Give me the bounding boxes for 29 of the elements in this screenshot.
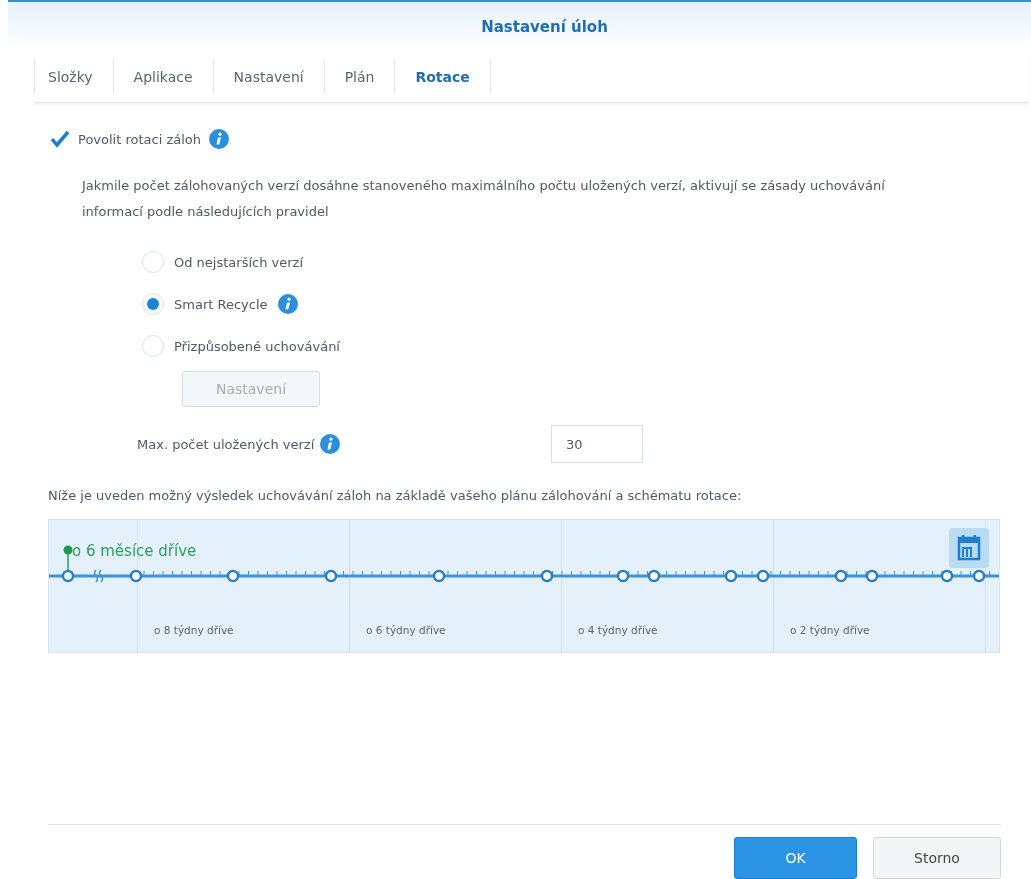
cancel-button[interactable]: Storno (873, 837, 1001, 879)
info-icon[interactable] (277, 294, 298, 314)
tab[interactable]: Plán (324, 60, 396, 94)
field-label: Max. počet uložených verzí (137, 436, 315, 452)
week-label: o 2 týdny dříve (790, 624, 870, 636)
week-label: o 8 týdny dříve (154, 624, 234, 636)
max-versions-field[interactable]: 30 (551, 425, 643, 463)
radio-label: Smart Recycle (174, 296, 268, 312)
checkbox-label: Povolit rotaci záloh (78, 131, 201, 147)
calendar-icon[interactable] (949, 528, 989, 568)
info-icon[interactable] (320, 434, 341, 454)
radio-label: Od nejstarších verzí (174, 254, 304, 270)
week-label: o 4 týdny dříve (578, 624, 658, 636)
tab[interactable]: Nastavení (213, 60, 325, 94)
tab[interactable]: Aplikace (113, 60, 214, 94)
start-label: o 6 měsíce dříve (72, 542, 197, 560)
tab[interactable]: Složky (34, 60, 114, 94)
result-note: Níže je uveden možný výsledek uchovávání záloh na základě vašeho plánu zálohování a schématu rotace: (48, 487, 743, 505)
radio-button[interactable] (142, 293, 164, 315)
week-label: o 6 týdny dříve (366, 624, 446, 636)
radio-button[interactable] (142, 251, 164, 273)
radio-button[interactable] (142, 335, 164, 357)
ok-button[interactable]: OK (734, 837, 857, 879)
window-title: Nastavení úloh (481, 18, 608, 36)
checkbox[interactable] (50, 129, 70, 149)
info-icon[interactable] (209, 129, 229, 149)
tab[interactable]: Rotace (395, 60, 491, 94)
description: Jakmile počet zálohovaných verzí dosáhne stanoveného maximálního počtu uložených verzí, aktivují se zásady uchovávání informací podle následujících pravidel (82, 177, 886, 221)
radio-label: Přizpůsobené uchovávání (174, 338, 340, 354)
